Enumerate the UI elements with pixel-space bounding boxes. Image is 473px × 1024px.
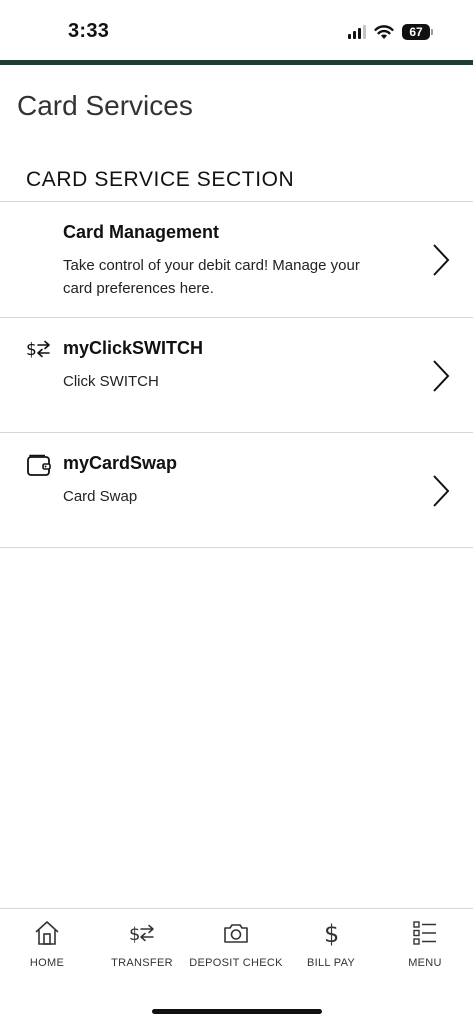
tab-label: MENU — [408, 957, 442, 969]
svg-text:$: $ — [26, 340, 37, 360]
item-description: Card Swap — [63, 488, 138, 505]
tab-home[interactable]: HOME — [0, 919, 94, 969]
card-management-item[interactable]: Card Management Take control of your deb… — [0, 202, 473, 318]
bottom-tab-bar: HOME $ TRANSFER DEPOSIT CHECK $ BILL PAY… — [0, 908, 473, 1024]
home-indicator[interactable] — [152, 1009, 322, 1014]
tab-menu[interactable]: MENU — [378, 919, 472, 969]
section-header: CARD SERVICE SECTION — [26, 168, 295, 191]
menu-list-icon — [413, 921, 436, 945]
chevron-right-icon — [433, 360, 450, 392]
status-time: 3:33 — [68, 20, 110, 42]
tab-label: HOME — [29, 957, 65, 969]
camera-icon — [224, 924, 248, 943]
item-title: myClickSWITCH — [63, 338, 204, 358]
chevron-right-icon — [433, 244, 450, 276]
tab-bill-pay[interactable]: $ BILL PAY — [284, 919, 378, 969]
item-title: myCardSwap — [63, 453, 178, 473]
chevron-right-icon — [433, 475, 450, 507]
header-accent-bar — [0, 60, 473, 65]
cellular-signal-icon — [348, 25, 366, 39]
tab-label: DEPOSIT CHECK — [189, 957, 283, 969]
dollar-transfer-icon: $ — [26, 338, 52, 364]
tab-deposit-check[interactable]: DEPOSIT CHECK — [189, 919, 283, 969]
mycardswap-item[interactable]: myCardSwap Card Swap — [0, 433, 473, 548]
wifi-icon — [374, 25, 394, 39]
home-icon — [35, 921, 59, 945]
transfer-icon: $ — [129, 924, 154, 945]
battery-icon: 67 — [402, 24, 433, 40]
svg-text:$: $ — [129, 924, 140, 945]
service-list: Card Management Take control of your deb… — [0, 201, 473, 548]
tab-label: TRANSFER — [111, 957, 173, 969]
svg-text:$: $ — [324, 920, 339, 947]
battery-level: 67 — [402, 24, 430, 40]
wallet-icon — [26, 453, 52, 479]
tab-label: BILL PAY — [306, 957, 356, 969]
status-bar: 3:33 67 — [0, 0, 473, 60]
tab-transfer[interactable]: $ TRANSFER — [95, 919, 189, 969]
myclickswitch-item[interactable]: $ myClickSWITCH Click SWITCH — [0, 318, 473, 433]
status-icons: 67 — [348, 22, 433, 42]
item-description: Click SWITCH — [63, 373, 159, 390]
page-title: Card Services — [17, 90, 193, 121]
item-title: Card Management — [63, 222, 220, 242]
item-description: Take control of your debit card! Manage … — [63, 257, 360, 297]
dollar-icon: $ — [324, 920, 339, 947]
